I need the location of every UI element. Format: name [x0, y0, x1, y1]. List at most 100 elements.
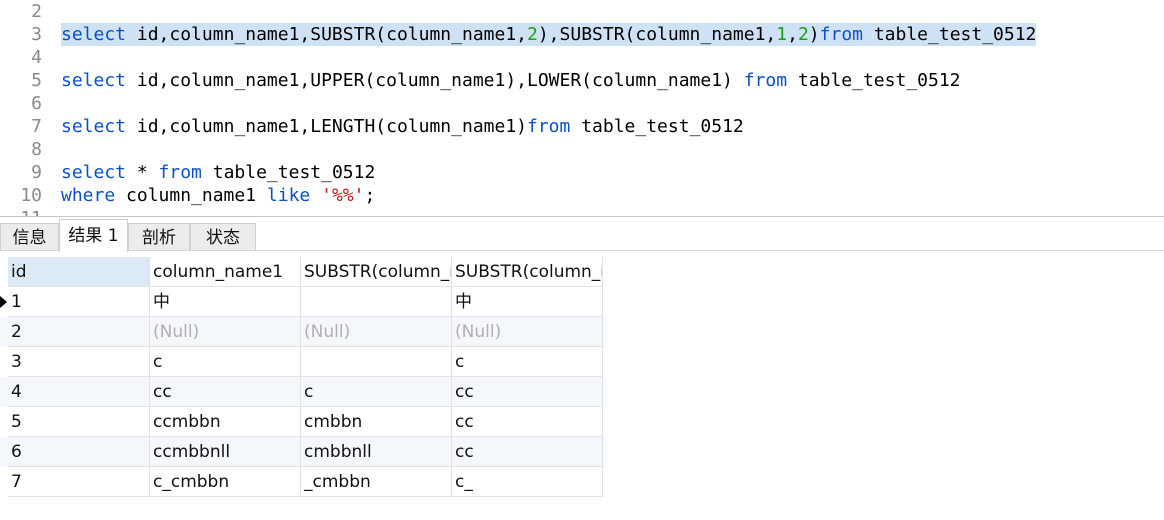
code-token: 2: [797, 24, 809, 45]
code-token: column_name1: [115, 185, 267, 206]
current-row-marker-icon: [0, 296, 7, 308]
line-number: 4: [31, 47, 42, 68]
tab-info[interactable]: 信息: [0, 223, 59, 251]
table-cell[interactable]: 中: [150, 287, 301, 317]
code-line-3[interactable]: 3 select id,column_name1,SUBSTR(column_na…: [0, 23, 1164, 46]
code-token: id,column_name1,LENGTH(column_name1): [126, 116, 527, 137]
table-cell[interactable]: 5: [8, 407, 150, 437]
code-token: from: [527, 116, 571, 137]
table-cell[interactable]: ccmbbnll: [150, 437, 301, 467]
code-token: id,column_name1,UPPER(column_name1),LOWE…: [126, 70, 744, 91]
code-token: like: [266, 185, 311, 206]
table-cell[interactable]: 7: [8, 467, 150, 497]
line-number: 9: [31, 162, 42, 183]
code-token: 1: [776, 24, 788, 45]
code-token: from: [743, 70, 788, 91]
code-token: from: [158, 162, 202, 183]
code-line-9[interactable]: 9 select * from table_test_0512: [0, 161, 1164, 184]
line-number: 5: [31, 70, 42, 91]
column-header[interactable]: id: [8, 257, 150, 287]
line-number: 2: [31, 1, 42, 22]
table-cell[interactable]: _cmbbn: [301, 467, 452, 497]
table-cell[interactable]: c: [150, 347, 301, 377]
code-line-7[interactable]: 7 select id,column_name1,LENGTH(column_na…: [0, 115, 1164, 138]
table-row[interactable]: 6 ccmbbnll cmbbnll cc: [0, 437, 604, 467]
code-token: ),SUBSTR(column_name1,: [537, 24, 777, 45]
table-row[interactable]: 2 (Null) (Null) (Null): [0, 317, 604, 347]
code-token: where: [61, 185, 116, 206]
line-number: 3: [31, 24, 42, 45]
table-cell[interactable]: cc: [150, 377, 301, 407]
tabbar-divider: [0, 250, 1164, 251]
table-cell[interactable]: [301, 287, 452, 317]
table-row[interactable]: 1中中: [0, 287, 604, 317]
code-text[interactable]: select id,column_name1,UPPER(column_name…: [61, 69, 961, 92]
code-line-6[interactable]: 6: [0, 92, 1164, 115]
table-row[interactable]: 7 c_cmbbn _cmbbn c_: [0, 467, 604, 497]
selected-code-text[interactable]: select id,column_name1,SUBSTR(column_nam…: [61, 23, 1037, 46]
code-token: *: [126, 162, 159, 183]
tab-status[interactable]: 状态: [190, 223, 256, 251]
table-cell[interactable]: 4: [8, 377, 150, 407]
table-cell[interactable]: 1: [8, 287, 150, 317]
code-token: '%%': [321, 185, 365, 206]
table-cell[interactable]: cc: [452, 437, 603, 467]
tab-profile[interactable]: 剖析: [128, 223, 190, 251]
table-cell[interactable]: 2: [8, 317, 150, 347]
table-row[interactable]: 3cc: [0, 347, 604, 377]
line-number: 6: [31, 93, 42, 114]
code-text[interactable]: where column_name1 like '%%';: [61, 184, 375, 207]
column-header[interactable]: column_name1: [150, 257, 301, 287]
code-token: table_test_0512: [863, 24, 1037, 45]
table-cell[interactable]: (Null): [452, 317, 603, 347]
table-cell[interactable]: c_cmbbn: [150, 467, 301, 497]
code-token: select: [61, 24, 127, 45]
grid-header-row: idcolumn_name1SUBSTR(column_name1,2)SUBS…: [0, 257, 604, 287]
code-line-2[interactable]: 2: [0, 0, 1164, 23]
column-header[interactable]: SUBSTR(column_name1,1,2): [452, 257, 603, 287]
code-token: id,column_name1,SUBSTR(column_name1,: [126, 24, 527, 45]
code-token: from: [819, 24, 863, 45]
tab-result-1[interactable]: 结果 1: [59, 219, 128, 252]
code-line-10[interactable]: 10 where column_name1 like '%%';: [0, 184, 1164, 207]
table-cell[interactable]: 3: [8, 347, 150, 377]
table-cell[interactable]: c: [452, 347, 603, 377]
table-cell[interactable]: (Null): [301, 317, 452, 347]
table-cell[interactable]: (Null): [150, 317, 301, 347]
line-number: 7: [31, 116, 42, 137]
code-line-8[interactable]: 8: [0, 138, 1164, 161]
code-token: ,: [787, 24, 798, 45]
table-cell[interactable]: cmbbnll: [301, 437, 452, 467]
line-number: 11: [0, 207, 42, 216]
sql-editor[interactable]: 2 3 select id,column_name1,SUBSTR(column_n…: [0, 0, 1164, 216]
code-line-5[interactable]: 5 select id,column_name1,UPPER(column_nam…: [0, 69, 1164, 92]
code-token: select: [61, 70, 127, 91]
table-cell[interactable]: ccmbbn: [150, 407, 301, 437]
table-cell[interactable]: 中: [452, 287, 603, 317]
code-token: table_test_0512: [201, 162, 376, 183]
code-token: 2: [527, 24, 538, 45]
table-cell[interactable]: [301, 347, 452, 377]
table-row[interactable]: 5 ccmbbn cmbbn cc: [0, 407, 604, 437]
line-number: 10: [20, 185, 42, 206]
code-token: table_test_0512: [787, 70, 961, 91]
table-cell[interactable]: cc: [452, 407, 603, 437]
table-cell[interactable]: cmbbn: [301, 407, 452, 437]
code-line-11[interactable]: 11: [0, 207, 1164, 216]
code-token: ): [808, 24, 820, 45]
table-cell[interactable]: c: [301, 377, 452, 407]
table-cell[interactable]: 6: [8, 437, 150, 467]
code-line-4[interactable]: 4: [0, 46, 1164, 69]
code-token: ;: [364, 185, 376, 206]
code-token: select: [61, 162, 127, 183]
table-row[interactable]: 4 cc c cc: [0, 377, 604, 407]
table-cell[interactable]: cc: [452, 377, 603, 407]
table-cell[interactable]: c_: [452, 467, 603, 497]
line-number: 8: [31, 139, 42, 160]
code-text[interactable]: select id,column_name1,LENGTH(column_nam…: [61, 115, 744, 138]
code-text[interactable]: select * from table_test_0512: [61, 161, 375, 184]
column-header[interactable]: SUBSTR(column_name1,2): [301, 257, 452, 287]
code-token: select: [61, 116, 127, 137]
code-token: table_test_0512: [570, 116, 744, 137]
